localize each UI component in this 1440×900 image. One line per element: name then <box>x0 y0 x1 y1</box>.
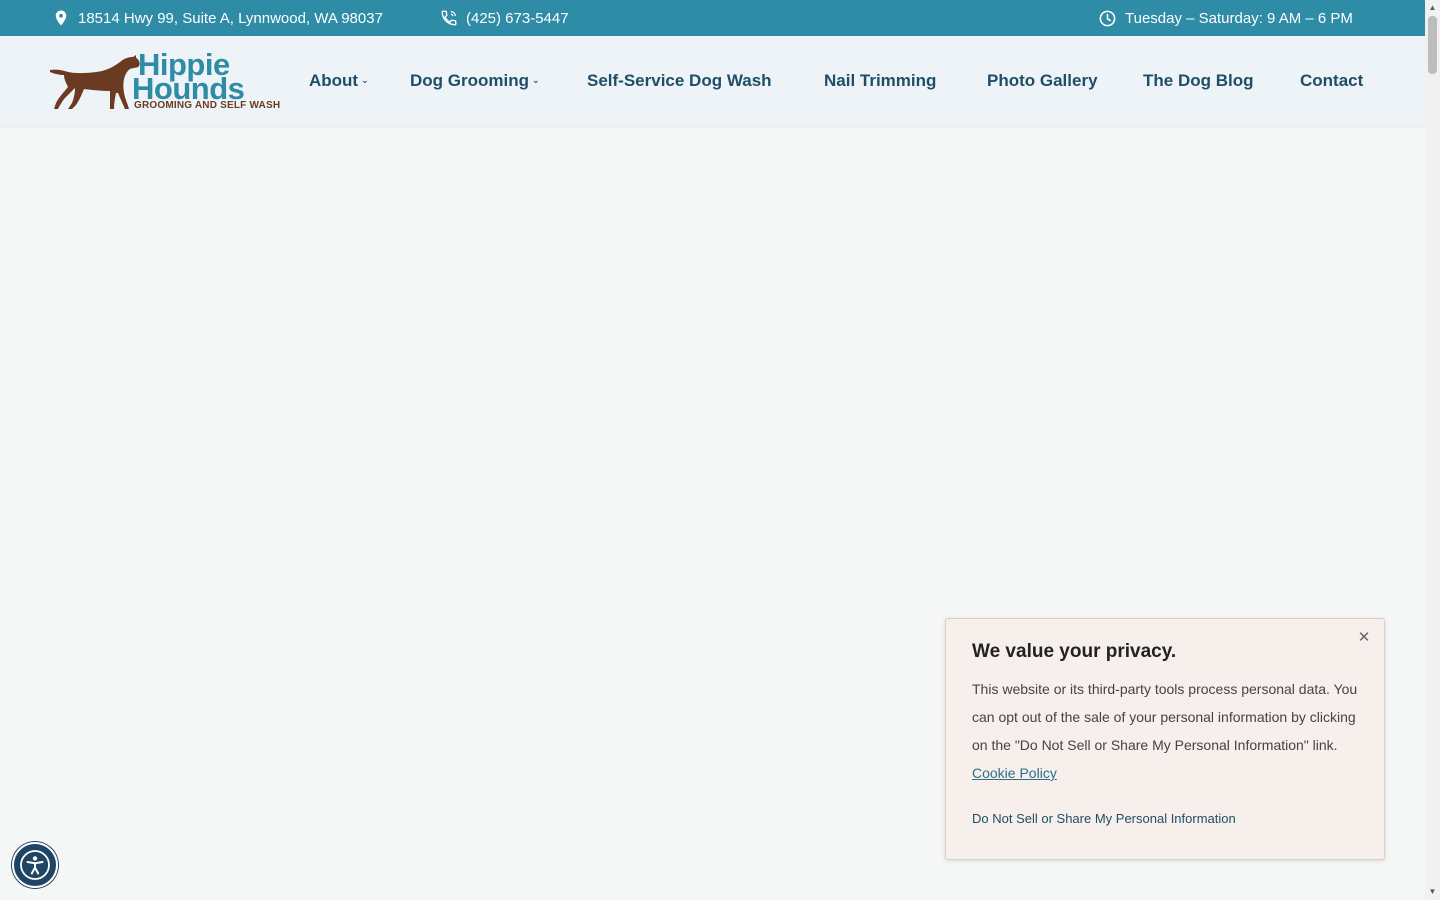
privacy-body: This website or its third-party tools pr… <box>972 675 1364 787</box>
nav-label: Dog Grooming <box>410 71 529 90</box>
phone-info[interactable]: (425) 673-5447 <box>440 0 569 36</box>
nav-label: Contact <box>1300 71 1364 90</box>
nav-nail-trimming[interactable]: Nail Trimming <box>824 36 936 126</box>
dog-silhouette-icon <box>50 55 140 109</box>
top-info-bar: 18514 Hwy 99, Suite A, Lynnwood, WA 9803… <box>0 0 1425 36</box>
nav-dog-grooming[interactable]: Dog Grooming ⌄ <box>410 36 540 126</box>
phone-icon <box>440 9 458 27</box>
nav-about[interactable]: About ⌄ <box>309 36 369 126</box>
logo-tagline: GROOMING AND SELF WASH <box>134 100 281 111</box>
privacy-body-text: This website or its third-party tools pr… <box>972 681 1358 753</box>
chevron-down-icon: ⌄ <box>361 74 369 85</box>
scrollbar-thumb[interactable] <box>1428 16 1437 74</box>
scroll-down-icon[interactable]: ▼ <box>1425 884 1440 898</box>
page-scrollbar[interactable]: ▲ ▼ <box>1425 0 1440 900</box>
scroll-up-icon[interactable]: ▲ <box>1425 0 1440 14</box>
nav-the-dog-blog[interactable]: The Dog Blog <box>1143 36 1253 126</box>
map-pin-icon <box>52 9 70 27</box>
hours-text: Tuesday – Saturday: 9 AM – 6 PM <box>1125 9 1353 27</box>
nav-label: About <box>309 71 359 90</box>
hours-info: Tuesday – Saturday: 9 AM – 6 PM <box>1098 0 1353 36</box>
site-header: Hippie Hounds GROOMING AND SELF WASH Abo… <box>0 36 1425 126</box>
nav-contact[interactable]: Contact <box>1300 36 1363 126</box>
do-not-sell-link[interactable]: Do Not Sell or Share My Personal Informa… <box>972 811 1236 826</box>
nav-label: Photo Gallery <box>987 71 1098 90</box>
privacy-popup: We value your privacy. ✕ This website or… <box>945 618 1385 860</box>
close-icon[interactable]: ✕ <box>1356 629 1372 646</box>
address-text: 18514 Hwy 99, Suite A, Lynnwood, WA 9803… <box>78 9 383 27</box>
nav-label: Nail Trimming <box>824 71 937 90</box>
phone-text: (425) 673-5447 <box>466 9 569 27</box>
nav-photo-gallery[interactable]: Photo Gallery <box>987 36 1098 126</box>
nav-label: The Dog Blog <box>1143 71 1254 90</box>
clock-icon <box>1098 9 1117 28</box>
nav-label: Self-Service Dog Wash <box>587 71 772 90</box>
accessibility-icon <box>20 850 50 880</box>
site-logo[interactable]: Hippie Hounds GROOMING AND SELF WASH <box>50 49 280 113</box>
accessibility-button[interactable] <box>12 842 58 888</box>
nav-self-service-dog-wash[interactable]: Self-Service Dog Wash <box>587 36 772 126</box>
address-info: 18514 Hwy 99, Suite A, Lynnwood, WA 9803… <box>52 0 383 36</box>
cookie-policy-link[interactable]: Cookie Policy <box>972 765 1057 781</box>
privacy-title: We value your privacy. <box>972 641 1177 662</box>
chevron-down-icon: ⌄ <box>531 74 540 85</box>
